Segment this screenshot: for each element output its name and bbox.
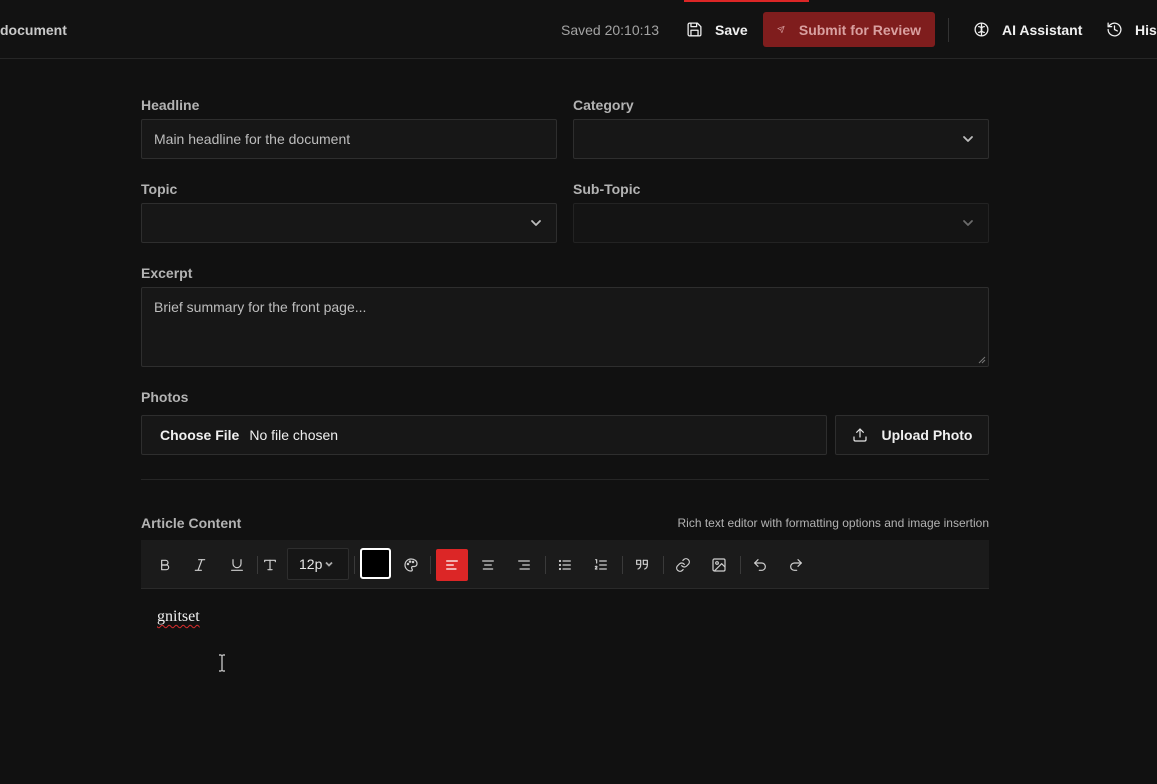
submit-label: Submit for Review [798,21,921,38]
numbered-list-icon [594,559,607,570]
header-divider [948,18,949,42]
document-title: document [0,22,67,38]
text-type-icon [264,559,276,571]
submit-for-review-button[interactable]: Submit for Review [763,12,935,47]
redo-icon [790,559,802,571]
choose-file-button[interactable]: Choose File [160,427,239,443]
floppy-disk-icon [687,22,702,37]
toolbar-divider [430,556,431,574]
toolbar-divider [545,556,546,574]
undo-button[interactable] [744,549,776,581]
align-left-button[interactable] [436,549,468,581]
editor-content: gnitset [157,608,200,625]
align-right-button[interactable] [508,549,540,581]
align-center-button[interactable] [472,549,504,581]
send-plane-icon [777,25,785,34]
toolbar-divider [740,556,741,574]
subtopic-select[interactable] [573,203,989,243]
saved-status: Saved 20:10:13 [561,22,660,38]
underline-icon [231,559,243,571]
text-style-button[interactable] [254,549,286,581]
align-left-icon [446,560,458,570]
bullet-list-icon [558,559,571,571]
insert-image-button[interactable] [703,549,735,581]
redo-button[interactable] [780,549,812,581]
photo-file-input[interactable]: Choose File No file chosen [141,415,827,455]
rich-text-editor[interactable]: gnitset [141,589,989,784]
toolbar-divider [663,556,664,574]
excerpt-textarea[interactable]: Brief summary for the front page... [141,287,989,367]
ai-assistant-button[interactable]: AI Assistant [963,12,1092,47]
excerpt-label: Excerpt [141,265,193,281]
save-button[interactable]: Save [676,12,758,47]
upload-photo-button[interactable]: Upload Photo [835,415,989,455]
subtopic-label: Sub-Topic [573,181,641,197]
underline-button[interactable] [221,549,253,581]
save-label: Save [715,21,748,38]
headline-label: Headline [141,97,200,113]
link-icon [676,558,690,572]
category-label: Category [573,97,634,113]
history-button[interactable]: His [1096,12,1157,47]
insert-link-button[interactable] [667,549,699,581]
article-content-label: Article Content [141,515,242,531]
brain-icon [974,22,989,37]
image-icon [712,558,726,572]
italic-button[interactable] [184,549,216,581]
chevron-down-icon [531,220,541,226]
active-indicator [684,0,809,2]
chevron-down-icon [325,561,333,567]
bold-button[interactable] [149,549,181,581]
history-clock-icon [1107,22,1122,37]
chevron-down-icon [963,136,973,142]
category-select[interactable] [573,119,989,159]
blockquote-button[interactable] [626,549,658,581]
editor-hint: Rich text editor with formatting options… [677,516,990,530]
history-label: His [1135,21,1157,38]
bullet-list-button[interactable] [549,549,581,581]
chevron-down-icon [963,220,973,226]
file-status: No file chosen [249,427,339,443]
font-size-value: 12p [299,556,323,572]
toolbar-divider [354,556,355,574]
headline-input[interactable]: Main headline for the document [141,119,557,159]
excerpt-placeholder: Brief summary for the front page... [154,299,367,315]
topic-select[interactable] [141,203,557,243]
photos-label: Photos [141,389,189,405]
text-cursor-icon [219,654,225,672]
align-center-icon [482,560,494,570]
toolbar-divider [622,556,623,574]
headline-value: Main headline for the document [154,131,351,147]
highlight-color-button[interactable] [395,549,427,581]
font-size-select[interactable]: 12p [287,548,349,580]
upload-photo-label: Upload Photo [881,427,973,443]
text-color-swatch[interactable] [360,548,391,579]
resize-handle-icon[interactable] [978,356,986,364]
section-divider [141,479,989,480]
bold-icon [161,559,170,571]
align-right-icon [518,560,530,570]
top-bar: document Saved 20:10:13 Save Submit for … [0,0,1157,59]
editor-toolbar: 12p [141,540,989,589]
ai-assistant-label: AI Assistant [1002,21,1083,38]
palette-icon [404,558,418,572]
topic-label: Topic [141,181,178,197]
undo-icon [754,559,766,571]
numbered-list-button[interactable] [585,549,617,581]
upload-icon [852,428,867,442]
italic-icon [194,559,206,571]
quote-icon [636,559,648,570]
